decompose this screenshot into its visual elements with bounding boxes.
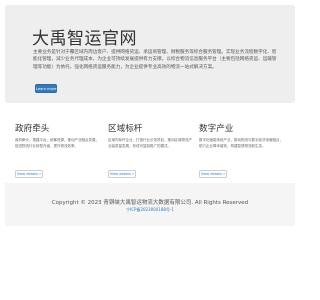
column-title: 数字产业: [199, 124, 234, 134]
view-details-button[interactable]: View details »: [199, 170, 227, 178]
intro-paragraph: 主要业务是针对于覆区域内周边客户、提供网络货运、承运商管理、财税服务等综合服务管…: [33, 50, 277, 70]
jumbotron: 大禹智运官网 主要业务是针对于覆区域内周边客户、提供网络货运、承运商管理、财税服…: [5, 5, 295, 103]
column-text: 数字化赋能传统产业，推动物流与数字经济深度融合，助力企业降本增效，构建智慧物流新…: [199, 138, 283, 148]
column-text: 区域内标杆企业，打造行业示范项目，推动区域物流产业高质量发展，形成可复制推广的模…: [108, 138, 192, 148]
footer: Copyright © 2023 青铜峡大禹智运物流大数据有限公司. All R…: [5, 183, 295, 226]
column-title: 区域标杆: [108, 124, 143, 134]
feature-column-government: 政府牵头 政府牵头，搭建平台，统筹资源，推动产业融合发展，促进物流行业转型升级，…: [15, 122, 99, 179]
site-title: 大禹智运官网: [32, 29, 137, 49]
column-text: 政府牵头，搭建平台，统筹资源，推动产业融合发展，促进物流行业转型升级，提升物流效…: [15, 138, 99, 148]
column-title: 政府牵头: [15, 124, 50, 134]
icp-link[interactable]: 宁ICP备2023000188号-1: [5, 207, 295, 213]
feature-column-digital: 数字产业 数字化赋能传统产业，推动物流与数字经济深度融合，助力企业降本增效，构建…: [199, 122, 283, 179]
view-details-button[interactable]: View details »: [15, 170, 43, 178]
view-details-button[interactable]: View details »: [108, 170, 136, 178]
copyright-text: Copyright © 2023 青铜峡大禹智运物流大数据有限公司. All R…: [51, 200, 249, 206]
feature-column-benchmark: 区域标杆 区域内标杆企业，打造行业示范项目，推动区域物流产业高质量发展，形成可复…: [108, 122, 192, 179]
learn-more-button[interactable]: Learn more: [35, 84, 57, 93]
